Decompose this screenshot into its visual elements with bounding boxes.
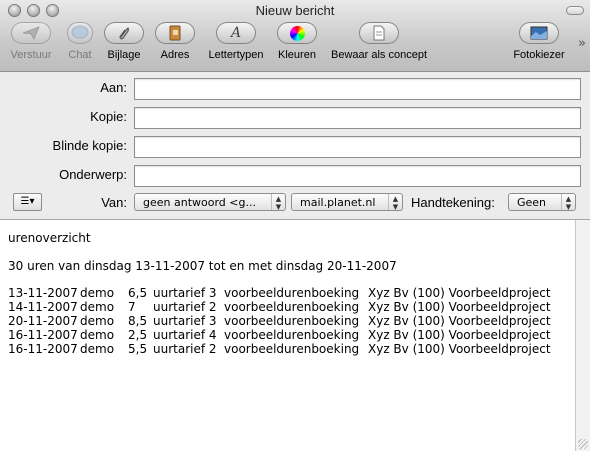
bcc-field[interactable] [134,136,581,158]
address-book-icon [155,22,195,44]
toolbar-area: Nieuw bericht Verstuur Chat Bijlage Adre [0,0,590,72]
table-cell: 14-11-2007 [8,300,78,314]
popup-arrows-icon: ▲ ▼ [271,194,285,210]
table-cell: 20-11-2007 [8,314,78,328]
from-popup[interactable]: geen antwoord <g... ▲ ▼ [134,193,286,211]
table-cell: 2,5 [128,328,148,342]
to-label: Aan: [100,80,127,95]
from-value: geen antwoord <g... [143,196,256,209]
subject-label: Onderwerp: [59,167,127,182]
table-cell: uurtarief 2 [153,300,217,314]
bcc-label: Blinde kopie: [52,138,127,153]
fonts-label: Lettertypen [208,49,264,61]
to-field[interactable] [134,78,581,100]
table-cell: demo [80,300,115,314]
chat-button[interactable]: Chat [60,22,100,66]
chat-icon [67,22,93,44]
table-cell: Xyz Bv (100) Voorbeeldproject [368,342,551,356]
table-cell: 13-11-2007 [8,286,78,300]
colors-button[interactable]: Kleuren [273,22,321,66]
table-cell: uurtarief 3 [153,286,217,300]
table-cell: 16-11-2007 [8,342,78,356]
table-cell: uurtarief 4 [153,328,217,342]
popup-arrows-icon: ▲ ▼ [561,194,575,210]
table-cell: demo [80,328,115,342]
color-wheel-icon [277,22,317,44]
table-cell: Xyz Bv (100) Voorbeeldproject [368,328,551,342]
vertical-scrollbar[interactable] [575,220,590,451]
subject-field[interactable] [134,165,581,187]
paperclip-icon [104,22,144,44]
toolbar-toggle-button[interactable] [566,6,584,15]
account-value: mail.planet.nl [300,196,376,209]
table-cell: uurtarief 2 [153,342,217,356]
cc-label: Kopie: [90,109,127,124]
colors-label: Kleuren [278,49,316,61]
popup-arrows-icon: ▲ ▼ [388,194,402,210]
table-cell: Xyz Bv (100) Voorbeeldproject [368,300,551,314]
table-cell: 16-11-2007 [8,328,78,342]
window-title: Nieuw bericht [255,3,335,18]
table-cell: uurtarief 3 [153,314,217,328]
table-cell: 8,5 [128,314,148,328]
save-draft-button[interactable]: Bewaar als concept [326,22,432,66]
table-cell: 6,5 [128,286,148,300]
fonts-button[interactable]: A Lettertypen [204,22,268,66]
mail-compose-window: Nieuw bericht Verstuur Chat Bijlage Adre [0,0,590,451]
attach-button[interactable]: Bijlage [102,22,146,66]
message-body[interactable]: urenoverzicht 30 uren van dinsdag 13-11-… [0,220,576,451]
signature-value: Geen [517,196,547,209]
from-label: Van: [101,195,127,210]
table-cell: voorbeeldurenboeking [224,286,360,300]
header-options-button[interactable]: ☰▾ [13,193,42,211]
save-draft-label: Bewaar als concept [331,49,427,61]
account-popup[interactable]: mail.planet.nl ▲ ▼ [291,193,403,211]
attach-label: Bijlage [107,49,141,61]
list-icon: ☰▾ [20,196,35,207]
table-cell: demo [80,314,115,328]
address-button[interactable]: Adres [153,22,197,66]
signature-popup[interactable]: Geen ▲ ▼ [508,193,576,211]
table-cell: voorbeeldurenboeking [224,314,360,328]
table-cell: 7 [128,300,136,314]
table-cell: voorbeeldurenboeking [224,328,360,342]
body-line-summary: 30 uren van dinsdag 13-11-2007 tot en me… [8,259,397,273]
send-icon [11,22,51,44]
photo-browser-button[interactable]: Fotokiezer [510,22,568,66]
send-label: Verstuur [10,49,52,61]
table-cell: 5,5 [128,342,148,356]
table-cell: Xyz Bv (100) Voorbeeldproject [368,286,551,300]
signature-label: Handtekening: [411,195,495,210]
address-label: Adres [160,49,190,61]
cc-field[interactable] [134,107,581,129]
font-icon: A [216,22,256,44]
draft-icon [359,22,399,44]
table-cell: voorbeeldurenboeking [224,342,360,356]
resize-grip-icon[interactable] [578,439,588,449]
table-cell: demo [80,286,115,300]
body-line-title: urenoverzicht [8,231,91,245]
table-cell: voorbeeldurenboeking [224,300,360,314]
send-button[interactable]: Verstuur [8,22,54,66]
toolbar-overflow-icon[interactable]: » [578,36,586,51]
photo-browser-label: Fotokiezer [513,49,565,61]
photo-icon [519,22,559,44]
table-cell: demo [80,342,115,356]
chat-label: Chat [68,49,92,61]
table-cell: Xyz Bv (100) Voorbeeldproject [368,314,551,328]
